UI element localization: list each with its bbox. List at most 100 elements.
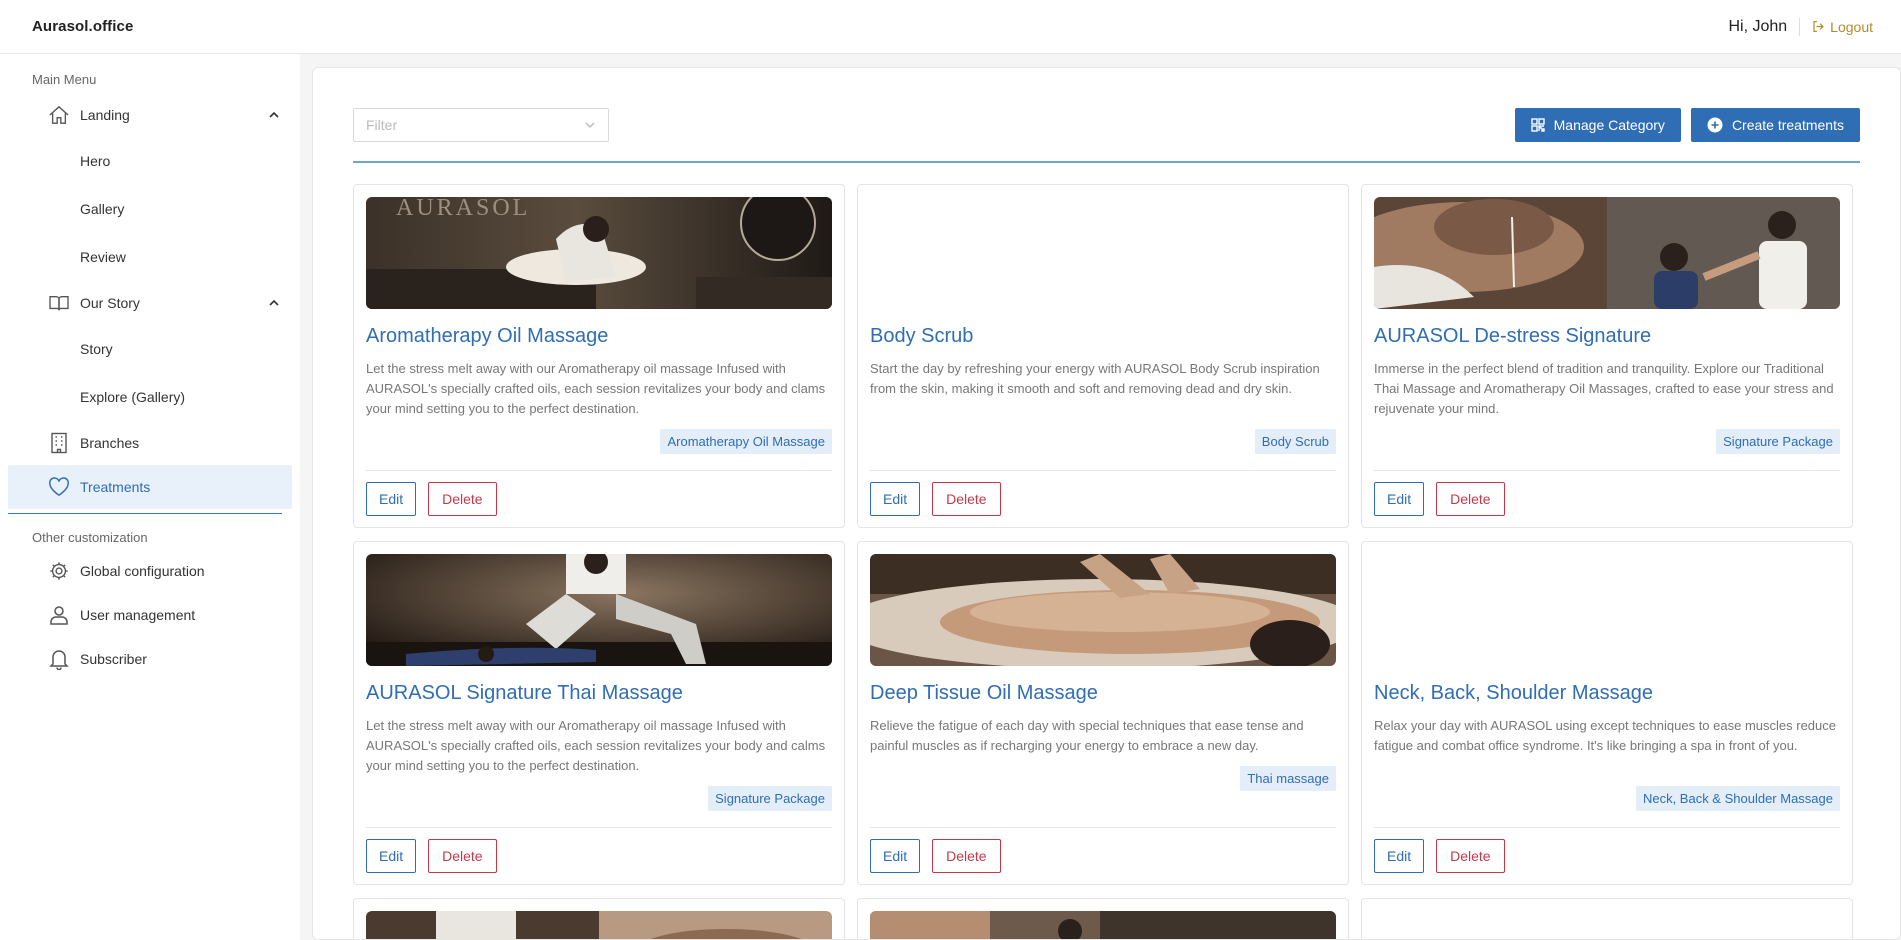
manage-category-button[interactable]: Manage Category [1514,108,1681,142]
card-actions: Edit Delete [1374,839,1505,873]
card-divider [366,827,832,828]
sidebar-subitem-story[interactable]: Story [0,325,300,373]
treatment-title[interactable]: AURASOL Signature Thai Massage [366,682,683,705]
other-customization-heading: Other customization [32,530,148,545]
treatment-title[interactable]: AURASOL De-stress Signature [1374,325,1651,348]
category-badge: Signature Package [1716,429,1840,454]
edit-button[interactable]: Edit [870,839,921,873]
card-actions: Edit Delete [870,839,1001,873]
filter-placeholder: Filter [366,117,398,133]
category-badge: Neck, Back & Shoulder Massage [1635,786,1840,811]
main-panel: Filter Manage Category Create treatments [312,67,1901,940]
grid-icon [1530,118,1545,132]
chevron-down-icon [585,122,595,128]
chevron-up-icon[interactable] [268,296,280,312]
edit-button[interactable]: Edit [366,482,417,516]
treatment-card [1361,898,1853,939]
sidebar-item-our-story[interactable]: Our Story [0,281,300,325]
create-treatments-label: Create treatments [1731,117,1844,133]
delete-button[interactable]: Delete [428,839,497,873]
card-divider [1374,470,1840,471]
card-divider [1374,827,1840,828]
treatment-description: Let the stress melt away with our Aromat… [366,718,826,773]
card-actions: Edit Delete [366,839,497,873]
sidebar-item-global-configuration[interactable]: Global configuration [0,549,300,593]
user-area: Hi, John Logout [1728,17,1873,36]
active-indicator [8,513,282,514]
sidebar-item-branches[interactable]: Branches [0,421,300,465]
treatment-card [857,898,1349,939]
home-icon [48,104,70,126]
treatment-image-empty [1374,911,1840,939]
treatment-card: Deep Tissue Oil Massage Relieve the fati… [857,541,1349,885]
manage-category-label: Manage Category [1553,117,1665,133]
edit-button[interactable]: Edit [1374,482,1425,516]
treatment-image [870,554,1336,666]
category-badge: Thai massage [1240,766,1336,791]
chevron-up-icon[interactable] [268,108,280,124]
sidebar-item-landing[interactable]: Landing [0,93,300,137]
sidebar-item-treatments[interactable]: Treatments [8,465,292,509]
delete-button[interactable]: Delete [932,482,1001,516]
gear-icon [48,560,70,582]
sidebar-item-label: User management [80,607,196,623]
sidebar-subitem-explore-gallery[interactable]: Explore (Gallery) [0,373,300,421]
treatment-title[interactable]: Aromatherapy Oil Massage [366,325,608,348]
plus-circle-icon [1707,117,1723,133]
logout-button[interactable]: Logout [1812,19,1873,35]
brand-logo[interactable]: Aurasol.office [32,18,133,35]
treatment-title[interactable]: Deep Tissue Oil Massage [870,682,1098,705]
sidebar-item-user-management[interactable]: User management [0,593,300,637]
card-actions: Edit Delete [870,482,1001,516]
treatment-description: Let the stress melt away with our Aromat… [366,361,826,416]
edit-button[interactable]: Edit [366,839,417,873]
treatment-description: Start the day by refreshing your energy … [870,361,1320,396]
toolbar-buttons: Manage Category Create treatments [1505,108,1860,142]
sidebar-item-label: Our Story [80,295,140,311]
category-badge: Aromatherapy Oil Massage [660,429,832,454]
book-icon [48,292,70,314]
delete-button[interactable]: Delete [932,839,1001,873]
treatment-description: Immerse in the perfect blend of traditio… [1374,361,1834,416]
svg-text:AURASOL: AURASOL [396,197,530,221]
delete-button[interactable]: Delete [1436,482,1505,516]
treatment-card: Neck, Back, Shoulder Massage Relax your … [1361,541,1853,885]
sidebar-item-subscriber[interactable]: Subscriber [0,637,300,681]
card-divider [870,827,1336,828]
treatment-description: Relax your day with AURASOL using except… [1374,718,1836,753]
sidebar-item-label: Branches [80,435,140,451]
toolbar: Filter Manage Category Create treatments [353,108,1860,142]
user-greeting: Hi, John [1728,17,1801,36]
sidebar-subitem-hero[interactable]: Hero [0,137,300,185]
sidebar-subitem-review[interactable]: Review [0,233,300,281]
edit-button[interactable]: Edit [1374,839,1425,873]
delete-button[interactable]: Delete [1436,839,1505,873]
filter-select[interactable]: Filter [353,108,609,142]
treatment-image-empty [870,197,1336,309]
create-treatments-button[interactable]: Create treatments [1690,108,1860,142]
treatment-title[interactable]: Body Scrub [870,325,973,348]
sidebar-item-label: Subscriber [80,651,147,667]
sidebar-item-label: Global configuration [80,563,205,579]
treatment-image-empty [1374,554,1840,666]
edit-button[interactable]: Edit [870,482,921,516]
treatment-image: AURASOL [366,197,832,309]
top-header: Aurasol.office Hi, John Logout [0,0,1901,54]
treatment-title[interactable]: Neck, Back, Shoulder Massage [1374,682,1653,705]
card-divider [870,470,1336,471]
treatment-image [366,554,832,666]
toolbar-divider [353,161,1860,163]
logout-icon [1813,21,1825,32]
treatment-card: AURASOL De-stress Signature Immerse in t… [1361,184,1853,528]
heart-icon [48,476,70,498]
treatment-card: AURASOL Signature Thai Massage Let the s… [353,541,845,885]
logout-label: Logout [1830,18,1873,35]
main-menu-heading: Main Menu [32,72,97,87]
category-badge: Body Scrub [1254,429,1336,454]
building-icon [48,432,70,454]
sidebar-subitem-gallery[interactable]: Gallery [0,185,300,233]
card-actions: Edit Delete [366,482,497,516]
delete-button[interactable]: Delete [428,482,497,516]
treatment-image [870,911,1336,939]
treatment-card: Body Scrub Start the day by refreshing y… [857,184,1349,528]
